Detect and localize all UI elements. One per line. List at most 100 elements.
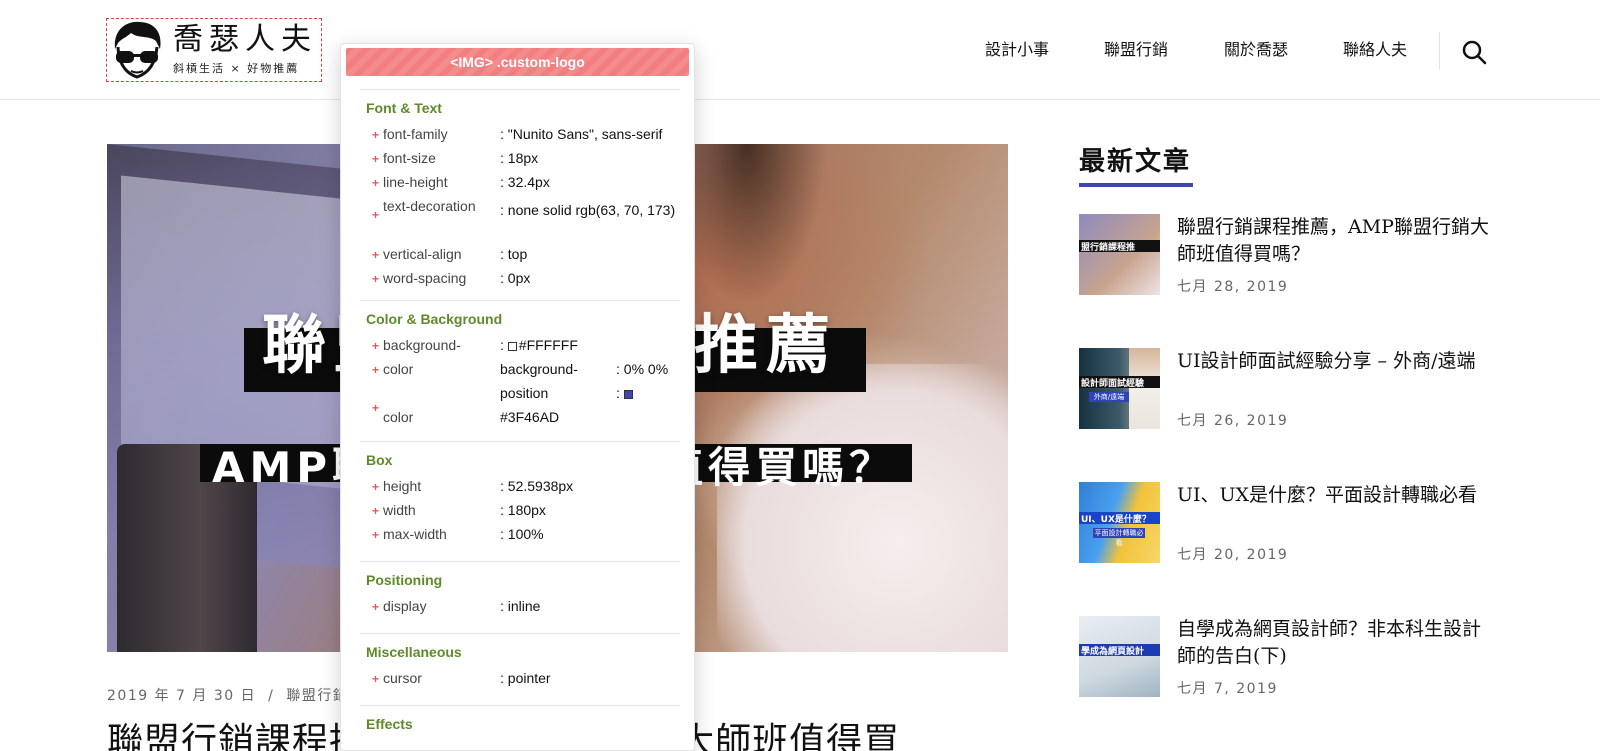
- plus-icon: +: [372, 504, 380, 518]
- thumb-subtitle: 外商/遠端: [1089, 392, 1129, 402]
- recent-post-date: 七月 7, 2019: [1177, 681, 1278, 697]
- prop-name: width: [383, 502, 416, 518]
- recent-post-thumbnail[interactable]: 設計師面試經驗 外商/遠端: [1079, 348, 1160, 429]
- inspector-section-positioning: Positioning + display : inline: [360, 561, 680, 620]
- prop-name: background-: [500, 361, 578, 377]
- prop-row: + vertical-align : top: [360, 244, 680, 268]
- logo-text: 喬瑟人夫 斜槓生活 × 好物推薦: [173, 23, 317, 77]
- section-title-effects: Effects: [366, 716, 413, 732]
- recent-post-title[interactable]: UI、UX是什麼？平面設計轉職必看: [1177, 482, 1497, 509]
- inspector-section-font-text: Font & Text + font-family : "Nunito Sans…: [360, 89, 680, 292]
- logo-tagline: 斜槓生活 × 好物推薦: [173, 62, 300, 75]
- recent-post-thumbnail[interactable]: 盟行銷課程推: [1079, 214, 1160, 295]
- prop-value: : 180px: [500, 502, 546, 518]
- section-title-color-background: Color & Background: [366, 311, 503, 327]
- thumb-text: 設計師面試經驗: [1081, 379, 1145, 389]
- recent-post-title[interactable]: 自學成為網頁設計師？非本科生設計師的告白(下): [1177, 616, 1497, 670]
- inspector-section-miscellaneous: Miscellaneous + cursor : pointer: [360, 633, 680, 692]
- prop-row: + display : inline: [360, 596, 680, 620]
- prop-value: : "Nunito Sans", sans-serif: [500, 126, 663, 142]
- site-header: 喬瑟人夫 斜槓生活 × 好物推薦 設計小事 聯盟行銷 關於喬瑟 聯絡人夫: [0, 0, 1600, 100]
- prop-value: : inline: [500, 598, 541, 614]
- prop-value: : top: [500, 246, 528, 262]
- prop-value: : #FFFFFF: [500, 337, 578, 353]
- logo-title: 喬瑟人夫: [173, 22, 317, 57]
- background-color-value: #FFFFFF: [518, 337, 578, 353]
- recent-post-thumbnail[interactable]: UI、UX是什麼？ 平面設計轉職必看: [1079, 482, 1160, 563]
- prop-name: font-family: [383, 126, 448, 142]
- recent-post-date: 七月 20, 2019: [1177, 547, 1289, 563]
- meta-separator: /: [268, 688, 275, 704]
- inspector-element-tag: <IMG> .custom-logo: [346, 48, 689, 76]
- recent-post-item: 設計師面試經驗 外商/遠端 UI設計師面試經驗分享 – 外商/遠端 七月 26,…: [1079, 348, 1499, 430]
- recent-post-date: 七月 28, 2019: [1177, 279, 1289, 295]
- prop-value: #3F46AD: [500, 409, 560, 425]
- prop-name: line-height: [383, 174, 448, 190]
- post-meta: 2019 年 7 月 30 日 / 聯盟行銷: [107, 685, 348, 705]
- prop-value: : pointer: [500, 670, 551, 686]
- prop-row: + cursor : pointer: [360, 668, 680, 692]
- logo-face-icon: [114, 21, 161, 79]
- inspector-section-box: Box + height : 52.5938px + width : 180px…: [360, 441, 680, 548]
- plus-icon: +: [372, 272, 380, 286]
- nav-item-contact[interactable]: 聯絡人夫: [1343, 36, 1407, 60]
- section-title-font-text: Font & Text: [366, 100, 442, 116]
- prop-value: : 52.5938px: [500, 478, 574, 494]
- prop-value: :: [616, 385, 635, 401]
- plus-icon: +: [372, 208, 380, 222]
- prop-value: : 100%: [500, 526, 544, 542]
- nav-item-affiliate[interactable]: 聯盟行銷: [1104, 36, 1168, 60]
- section-title-positioning: Positioning: [366, 572, 443, 588]
- inspector-section-effects: Effects: [360, 705, 680, 736]
- prop-value: : none solid rgb(63, 70, 173): [500, 202, 676, 218]
- recent-post-date: 七月 26, 2019: [1177, 413, 1289, 429]
- section-title-miscellaneous: Miscellaneous: [366, 644, 462, 660]
- prop-row: + line-height : 32.4px: [360, 172, 680, 196]
- prop-name: position: [500, 385, 549, 401]
- recent-post-thumbnail[interactable]: 學成為網頁設計: [1079, 616, 1160, 697]
- color-swatch-white: [507, 341, 517, 351]
- prop-row: + word-spacing : 0px: [360, 268, 680, 292]
- prop-value: : 18px: [500, 150, 539, 166]
- prop-row: + color background- : 0% 0% position :: [360, 359, 680, 407]
- plus-icon: +: [372, 401, 380, 415]
- plus-icon: +: [372, 528, 380, 542]
- recent-post-title[interactable]: UI設計師面試經驗分享 – 外商/遠端: [1177, 348, 1497, 375]
- prop-name: text-decoration: [383, 198, 476, 214]
- colon: :: [500, 337, 504, 353]
- prop-row: + text-decoration : none solid rgb(63, 7…: [360, 196, 680, 244]
- nav-item-design[interactable]: 設計小事: [985, 36, 1049, 60]
- plus-icon: +: [372, 339, 380, 353]
- prop-row: + font-family : "Nunito Sans", sans-seri…: [360, 124, 680, 148]
- css-inspector-panel: <IMG> .custom-logo Font & Text + font-fa…: [340, 43, 695, 751]
- prop-value: : 0px: [500, 270, 531, 286]
- post-date: 2019 年 7 月 30 日: [107, 688, 257, 704]
- sidebar-heading-underline: [1079, 183, 1193, 187]
- colon: :: [616, 385, 620, 401]
- prop-row: + height : 52.5938px: [360, 476, 680, 500]
- prop-value: : 32.4px: [500, 174, 550, 190]
- prop-name: word-spacing: [383, 270, 467, 286]
- prop-row: + background- : #FFFFFF: [360, 335, 680, 359]
- prop-name: display: [383, 598, 427, 614]
- prop-row: + width : 180px: [360, 500, 680, 524]
- thumb-subtitle: 平面設計轉職必看: [1093, 528, 1145, 547]
- section-title-box: Box: [366, 452, 393, 468]
- plus-icon: +: [372, 176, 380, 190]
- prop-name: height: [383, 478, 422, 494]
- sidebar: 最新文章 盟行銷課程推 聯盟行銷課程推薦，AMP聯盟行銷大師班值得買嗎？ 七月 …: [1079, 144, 1499, 697]
- search-icon[interactable]: [1461, 39, 1487, 65]
- nav-item-about[interactable]: 關於喬瑟: [1224, 36, 1288, 60]
- prop-row: + font-size : 18px: [360, 148, 680, 172]
- plus-icon: +: [372, 600, 380, 614]
- thumb-text: UI、UX是什麼？: [1081, 515, 1151, 525]
- prop-name: vertical-align: [383, 246, 462, 262]
- prop-name: max-width: [383, 526, 447, 542]
- prop-value: : 0% 0%: [616, 361, 669, 377]
- recent-post-title[interactable]: 聯盟行銷課程推薦，AMP聯盟行銷大師班值得買嗎？: [1177, 214, 1497, 268]
- hero-sweater: [717, 364, 1008, 652]
- prop-row: + color #3F46AD: [360, 401, 680, 431]
- plus-icon: +: [372, 248, 380, 262]
- prop-name: color: [383, 409, 414, 425]
- site-logo[interactable]: 喬瑟人夫 斜槓生活 × 好物推薦: [106, 18, 322, 82]
